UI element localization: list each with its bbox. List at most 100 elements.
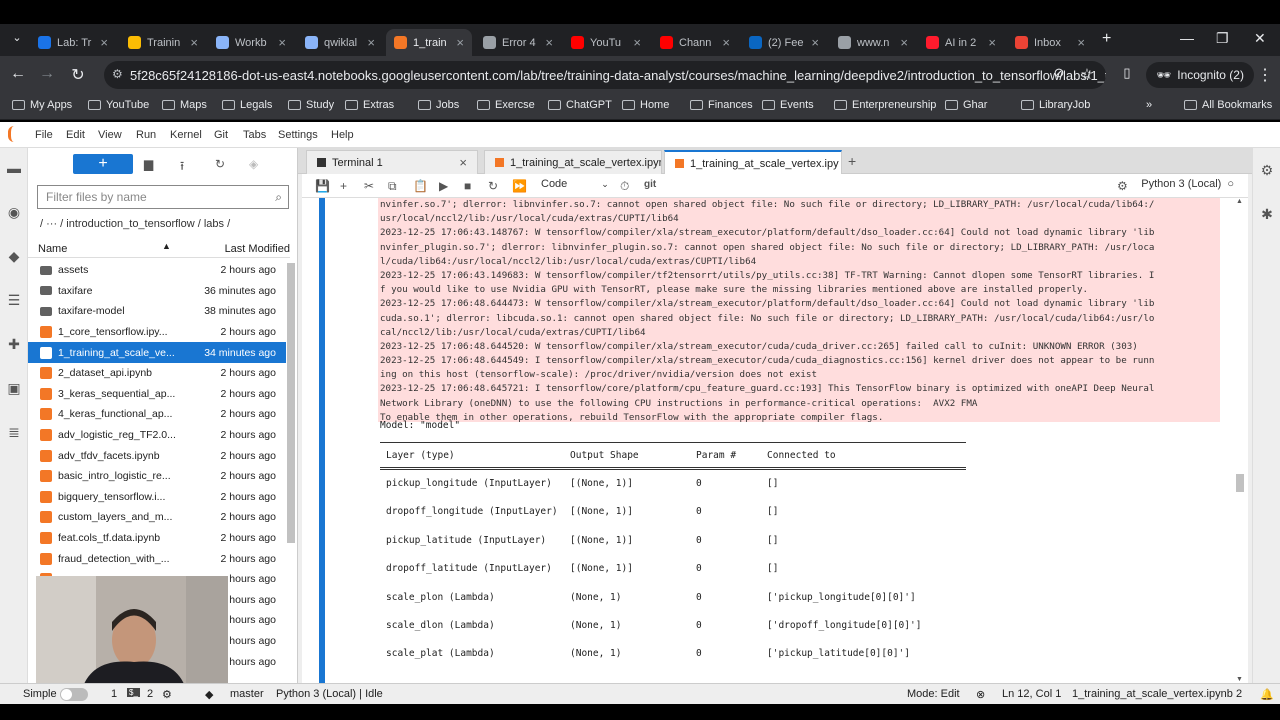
- bookmark-item[interactable]: My Apps: [12, 99, 72, 111]
- cut-icon[interactable]: ✂: [364, 179, 374, 193]
- sort-up-icon[interactable]: ▲: [162, 241, 171, 251]
- scroll-down-icon[interactable]: ▼: [1236, 676, 1243, 683]
- file-row[interactable]: 1_core_tensorflow.ipy... 2 hours ago: [28, 322, 286, 343]
- paste-icon[interactable]: 📋: [413, 179, 428, 193]
- simple-mode-toggle[interactable]: [60, 688, 88, 701]
- close-tab-icon[interactable]: ×: [278, 35, 286, 50]
- file-row[interactable]: assets 2 hours ago: [28, 260, 286, 281]
- file-row[interactable]: 3_keras_sequential_ap... 2 hours ago: [28, 384, 286, 405]
- bookmark-item[interactable]: Extras: [345, 99, 394, 111]
- close-window-icon[interactable]: ✕: [1254, 30, 1266, 47]
- menu-item[interactable]: Run: [136, 129, 156, 141]
- browser-tab[interactable]: Trainin ×: [120, 29, 206, 56]
- close-tab-icon[interactable]: ×: [722, 35, 730, 50]
- terminals-count[interactable]: 1: [111, 688, 117, 700]
- notebook-scrollbar[interactable]: ▲ ▼: [1234, 198, 1246, 683]
- git-diff-button[interactable]: git: [644, 179, 656, 190]
- side-panel-icon[interactable]: ▯: [1116, 65, 1138, 81]
- property-inspector-icon[interactable]: ⚙: [1259, 162, 1275, 178]
- browser-tab[interactable]: Workb ×: [208, 29, 294, 56]
- browser-tab[interactable]: Error 4 ×: [475, 29, 561, 56]
- insert-cell-icon[interactable]: +: [340, 179, 347, 193]
- breadcrumb[interactable]: / ··· / introduction_to_tensorflow / lab…: [40, 218, 230, 230]
- copy-icon[interactable]: ⧉: [388, 179, 397, 194]
- extension-icon[interactable]: ✚: [6, 336, 22, 352]
- menu-item[interactable]: Settings: [278, 129, 318, 141]
- notebook-cell-area[interactable]: nvinfer.so.7'; dlerror: libnvinfer.so.7:…: [302, 198, 1248, 683]
- file-row[interactable]: 2_dataset_api.ipynb 2 hours ago: [28, 363, 286, 384]
- browser-tab[interactable]: 1_train ×: [386, 29, 472, 56]
- all-bookmarks[interactable]: All Bookmarks: [1184, 99, 1272, 111]
- file-row[interactable]: bigquery_tensorflow.i... 2 hours ago: [28, 487, 286, 508]
- file-filter-input[interactable]: Filter files by name ⌕: [37, 185, 289, 209]
- file-row[interactable]: adv_logistic_reg_TF2.0... 2 hours ago: [28, 425, 286, 446]
- run-icon[interactable]: ▶: [439, 179, 448, 193]
- menu-item[interactable]: Kernel: [170, 129, 202, 141]
- kernel-status[interactable]: Python 3 (Local) | Idle: [276, 688, 383, 700]
- close-tab-icon[interactable]: ×: [900, 35, 908, 50]
- stop-icon[interactable]: ■: [464, 179, 471, 193]
- browser-tab[interactable]: qwiklal ×: [297, 29, 383, 56]
- kernel-name-button[interactable]: Python 3 (Local) ○: [1141, 178, 1234, 190]
- file-row[interactable]: feat.cols_tf.data.ipynb 2 hours ago: [28, 528, 286, 549]
- bookmark-item[interactable]: Study: [288, 99, 334, 111]
- bookmark-star-icon[interactable]: ☆: [1076, 65, 1098, 83]
- browser-tab[interactable]: Chann ×: [652, 29, 738, 56]
- restart-icon[interactable]: ↻: [488, 179, 498, 193]
- bookmark-item[interactable]: ChatGPT: [548, 99, 612, 111]
- menu-item[interactable]: Edit: [66, 129, 85, 141]
- name-column-header[interactable]: Name: [38, 243, 67, 255]
- git-icon[interactable]: ◆: [6, 248, 22, 264]
- property-icon[interactable]: ▣: [6, 380, 22, 396]
- kernels-count[interactable]: 2: [147, 688, 153, 700]
- back-icon[interactable]: ←: [7, 65, 29, 83]
- bookmark-item[interactable]: YouTube: [88, 99, 149, 111]
- toc-icon[interactable]: ☰: [6, 292, 22, 308]
- save-icon[interactable]: 💾: [315, 179, 330, 193]
- file-row[interactable]: fraud_detection_with_... 2 hours ago: [28, 548, 286, 569]
- file-row[interactable]: 4_keras_functional_ap... 2 hours ago: [28, 404, 286, 425]
- menu-item[interactable]: View: [98, 129, 122, 141]
- clock-icon[interactable]: ⏱: [620, 179, 629, 194]
- run-all-icon[interactable]: ⏩: [512, 179, 527, 193]
- scroll-up-icon[interactable]: ▲: [1236, 198, 1243, 205]
- file-row[interactable]: basic_intro_logistic_re... 2 hours ago: [28, 466, 286, 487]
- browser-tab[interactable]: www.n ×: [830, 29, 916, 56]
- browser-menu-icon[interactable]: ⋮: [1254, 65, 1276, 85]
- upload-icon[interactable]: ⭱: [180, 157, 184, 178]
- bookmark-item[interactable]: LibraryJob: [1021, 99, 1090, 111]
- bookmark-item[interactable]: Events: [762, 99, 814, 111]
- file-row[interactable]: 1_training_at_scale_ve... 34 minutes ago: [28, 342, 286, 363]
- document-tab[interactable]: 1_training_at_scale_vertex.ipy×: [664, 150, 842, 175]
- folder-icon[interactable]: ▬: [6, 160, 22, 176]
- incognito-badge[interactable]: 🕶 Incognito (2): [1146, 62, 1254, 88]
- file-row[interactable]: taxifare 36 minutes ago: [28, 281, 286, 302]
- eye-off-icon[interactable]: ⊘: [1048, 65, 1070, 81]
- bookmark-item[interactable]: Legals: [222, 99, 272, 111]
- tab-search-icon[interactable]: ⌄: [6, 31, 28, 44]
- menu-item[interactable]: Help: [331, 129, 354, 141]
- close-tab-icon[interactable]: ×: [367, 35, 375, 50]
- menu-item[interactable]: Git: [214, 129, 228, 141]
- bookmark-item[interactable]: Home: [622, 99, 669, 111]
- scrollbar-thumb[interactable]: [1236, 474, 1244, 492]
- bookmark-item[interactable]: Exercse: [477, 99, 535, 111]
- more-bookmarks-icon[interactable]: »: [1146, 99, 1152, 111]
- browser-tab[interactable]: Inbox ×: [1007, 29, 1093, 56]
- document-tab[interactable]: Terminal 1 ×: [306, 150, 478, 174]
- close-tab-icon[interactable]: ×: [190, 35, 198, 50]
- menu-item[interactable]: Tabs: [243, 129, 266, 141]
- browser-tab[interactable]: Lab: Tr ×: [30, 29, 116, 56]
- git-clone-icon[interactable]: ◈: [249, 157, 258, 171]
- cell-type-select[interactable]: Code ⌄: [541, 178, 609, 190]
- site-info-icon[interactable]: ⚙: [112, 67, 123, 81]
- debugger-icon[interactable]: ✱: [1259, 206, 1275, 222]
- browser-tab[interactable]: YouTu ×: [563, 29, 649, 56]
- close-tab-icon[interactable]: ×: [811, 35, 819, 50]
- bookmark-item[interactable]: Jobs: [418, 99, 459, 111]
- forward-icon[interactable]: →: [36, 65, 58, 83]
- file-row[interactable]: custom_layers_and_m... 2 hours ago: [28, 507, 286, 528]
- reload-icon[interactable]: ↻: [67, 65, 89, 85]
- close-tab-icon[interactable]: ×: [100, 35, 108, 50]
- bookmark-item[interactable]: Ghar: [945, 99, 987, 111]
